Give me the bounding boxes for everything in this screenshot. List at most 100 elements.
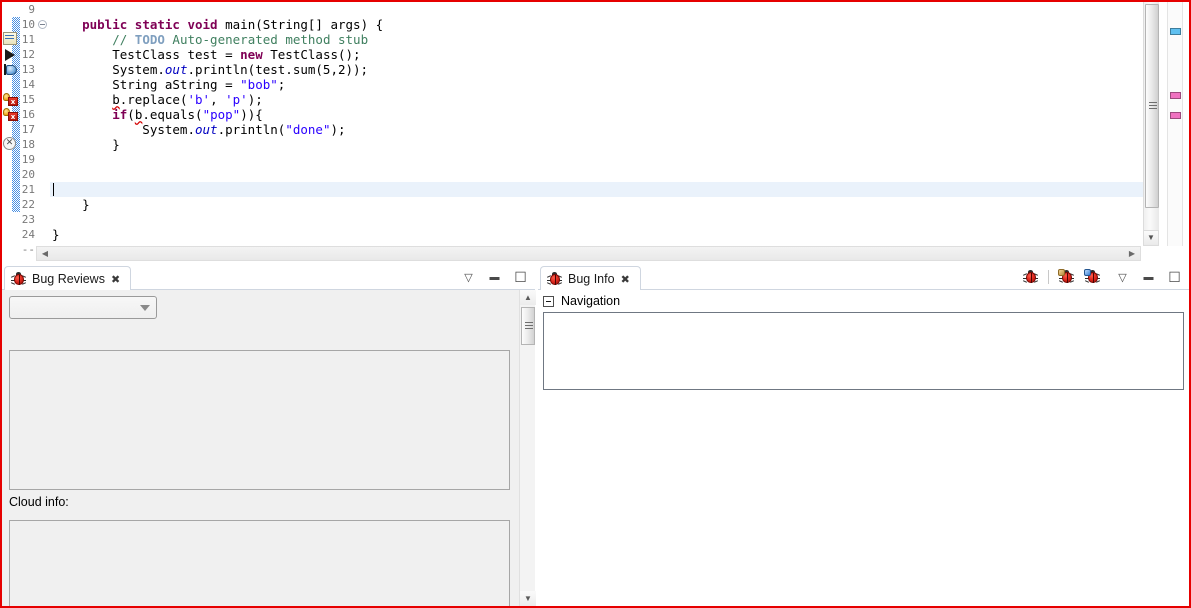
minimize-button[interactable]: ▬ — [1140, 269, 1157, 286]
code-line[interactable]: public static void main(String[] args) { — [50, 17, 1145, 32]
bug-blue-button[interactable] — [1084, 269, 1101, 286]
bug-icon — [10, 272, 27, 286]
bug-reviews-scrollbar[interactable]: ▲ ▼ — [519, 290, 536, 606]
java-editor[interactable]: x x ✕ 9 10 11 12 13 14 15 16 17 18 19 20… — [2, 2, 1189, 264]
scroll-up-button[interactable]: ▲ — [520, 290, 536, 305]
line-number: 17 — [21, 123, 35, 136]
navigation-label: Navigation — [561, 294, 621, 308]
hscroll-right-button[interactable]: ▶ — [1125, 247, 1139, 260]
line-number: 13 — [21, 63, 35, 76]
editor-vscroll-thumb[interactable] — [1145, 4, 1159, 208]
line-number: 19 — [21, 153, 35, 166]
navigation-content-box[interactable] — [543, 312, 1184, 390]
overview-error-marker[interactable] — [1170, 92, 1181, 99]
close-icon[interactable]: ✖ — [621, 273, 630, 286]
line-number: -- — [21, 243, 35, 256]
navigation-text — [544, 313, 1183, 319]
tab-label: Bug Info — [568, 272, 615, 286]
code-line[interactable]: b.replace('b', 'p'); — [50, 92, 1145, 107]
scroll-down-button[interactable]: ▼ — [520, 591, 536, 606]
bug-icon — [1022, 270, 1039, 284]
code-line[interactable]: TestClass test = new TestClass(); — [50, 47, 1145, 62]
bug-info-view: Bug Info ✖ ▽ ▬ ☐ Navigation — [538, 264, 1189, 606]
bug-reviews-toolbar: ▽ ▬ ☐ — [460, 267, 529, 287]
close-icon[interactable]: ✖ — [111, 273, 120, 286]
code-line[interactable]: if(b.equals("pop")){ — [50, 107, 1145, 122]
line-number: 9 — [28, 3, 35, 16]
line-number: 15 — [21, 93, 35, 106]
breakpoint-icon[interactable] — [3, 62, 19, 77]
maximize-button[interactable]: ☐ — [1166, 269, 1183, 286]
code-line[interactable]: System.out.println("done"); — [50, 122, 1145, 137]
editor-overview-ruler[interactable] — [1167, 2, 1183, 246]
text-caret — [53, 183, 54, 196]
view-menu-button[interactable]: ▽ — [460, 269, 477, 286]
bug-tan-button[interactable] — [1058, 269, 1075, 286]
bug-review-text-area[interactable] — [9, 350, 510, 490]
bug-info-body: Navigation — [538, 290, 1189, 606]
overview-error-marker[interactable] — [1170, 112, 1181, 119]
minimize-button[interactable]: ▬ — [486, 269, 503, 286]
code-line[interactable] — [50, 152, 1145, 167]
maximize-button[interactable]: ☐ — [512, 269, 529, 286]
view-menu-button[interactable]: ▽ — [1114, 269, 1131, 286]
bug-tan-icon — [1058, 269, 1075, 284]
chevron-down-icon[interactable] — [140, 305, 150, 311]
line-number: 18 — [21, 138, 35, 151]
line-number: 14 — [21, 78, 35, 91]
code-line[interactable]: } — [50, 197, 1145, 212]
code-line[interactable] — [50, 2, 1145, 17]
editor-vscroll-down-button[interactable]: ▼ — [1143, 230, 1159, 246]
circled-x-icon[interactable]: ✕ — [3, 137, 19, 152]
line-number: 11 — [21, 33, 35, 46]
bug-reviews-tabbar: Bug Reviews ✖ ▽ ▬ ☐ — [2, 264, 535, 291]
editor-folding-ruler[interactable] — [36, 2, 50, 242]
navigation-section-header[interactable]: Navigation — [543, 294, 620, 308]
editor-line-number-ruler: 9 10 11 12 13 14 15 16 17 18 19 20 21 22… — [20, 2, 36, 256]
bottom-panel-stack: Bug Reviews ✖ ▽ ▬ ☐ Cloud info: ▲ ▼ Bug … — [2, 264, 1189, 606]
code-line[interactable] — [50, 212, 1145, 227]
code-line[interactable]: String aString = "bob"; — [50, 77, 1145, 92]
bug-info-toolbar: ▽ ▬ ☐ — [1022, 267, 1183, 287]
error-quickfix-icon[interactable]: x — [3, 92, 19, 107]
editor-vertical-scrollbar[interactable] — [1143, 2, 1159, 230]
bug-icon — [546, 272, 563, 286]
line-number: 23 — [21, 213, 35, 226]
error-quickfix-icon[interactable]: x — [3, 107, 19, 122]
code-line[interactable]: System.out.println(test.sum(5,2)); — [50, 62, 1145, 77]
code-line[interactable]: } — [50, 137, 1145, 152]
line-number: 24 — [21, 228, 35, 241]
bug-review-select[interactable] — [9, 296, 157, 319]
editor-code-area[interactable]: public static void main(String[] args) {… — [50, 2, 1145, 242]
task-note-icon[interactable] — [3, 32, 19, 47]
tab-label: Bug Reviews — [32, 272, 105, 286]
editor-horizontal-scrollbar[interactable]: ◀ ▶ — [36, 246, 1141, 261]
code-line[interactable]: // TODO Auto-generated method stub — [50, 32, 1145, 47]
line-number: 16 — [21, 108, 35, 121]
bug-info-tabbar: Bug Info ✖ ▽ ▬ ☐ — [538, 264, 1189, 291]
line-number: 22 — [21, 198, 35, 211]
fold-collapse-icon[interactable] — [38, 20, 47, 29]
tab-bug-info[interactable]: Bug Info ✖ — [540, 266, 641, 291]
overview-task-marker[interactable] — [1170, 28, 1181, 35]
cloud-info-text-area[interactable] — [9, 520, 510, 606]
bug-plain-button[interactable] — [1022, 269, 1039, 286]
code-line[interactable]: } — [50, 227, 1145, 242]
tab-bug-reviews[interactable]: Bug Reviews ✖ — [4, 266, 132, 291]
line-number: 20 — [21, 168, 35, 181]
line-number: 12 — [21, 48, 35, 61]
bug-reviews-body: Cloud info: ▲ ▼ — [2, 290, 536, 606]
line-number: 10 — [21, 18, 35, 31]
code-line[interactable] — [50, 167, 1145, 182]
cloud-info-label: Cloud info: — [9, 495, 69, 509]
line-number: 21 — [21, 183, 35, 196]
scroll-thumb[interactable] — [521, 307, 535, 345]
bug-review-text — [10, 351, 509, 357]
hscroll-left-button[interactable]: ◀ — [38, 247, 52, 260]
eclipse-window: x x ✕ 9 10 11 12 13 14 15 16 17 18 19 20… — [0, 0, 1191, 608]
code-line-current[interactable] — [50, 182, 1145, 197]
bookmark-arrow-icon[interactable] — [3, 47, 19, 62]
collapse-icon[interactable] — [543, 295, 554, 307]
editor-annotation-ruler[interactable]: x x ✕ — [2, 2, 20, 242]
toolbar-separator — [1048, 270, 1049, 284]
